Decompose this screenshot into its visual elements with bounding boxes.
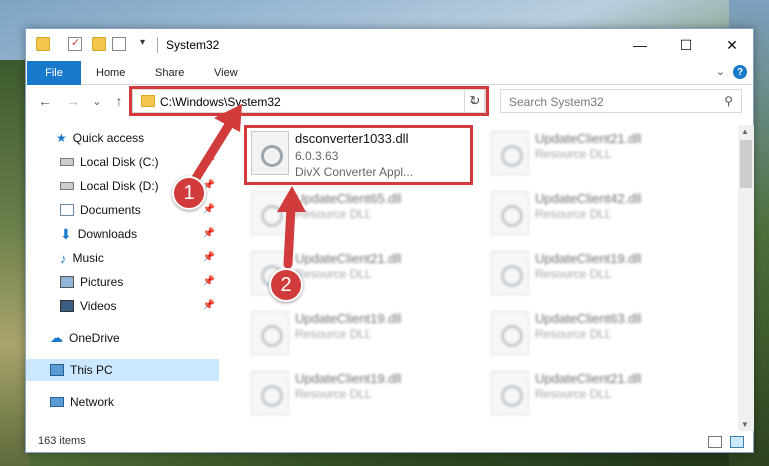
arrow-1: [191, 104, 242, 183]
step-1-badge: 1: [172, 176, 206, 210]
annotation-arrows: [191, 104, 306, 269]
step-2-badge: 2: [269, 268, 303, 302]
arrow-2: [277, 186, 306, 269]
